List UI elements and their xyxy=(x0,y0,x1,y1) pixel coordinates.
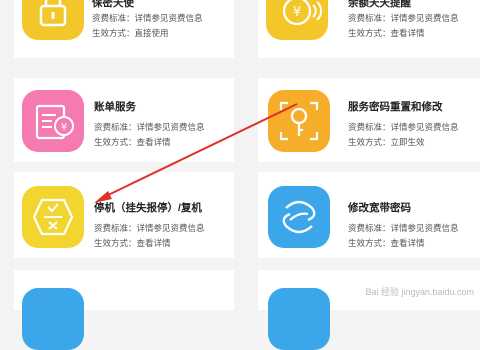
row4-left-icon-tile[interactable] xyxy=(22,288,84,350)
bill-icon: ¥ xyxy=(35,104,74,140)
bill-icon-tile[interactable]: ¥ xyxy=(22,90,84,152)
service-title-password[interactable]: 服务密码重置和修改 xyxy=(348,99,443,114)
mode-line-bill: 生效方式：查看详情 xyxy=(94,137,171,147)
watermark: Bai 经验 jingyan.baidu.com xyxy=(365,287,474,297)
china-mobile-logo-icon xyxy=(282,200,316,234)
mode-line-password: 生效方式：立即生效 xyxy=(348,137,425,147)
balance-icon-tile[interactable]: ¥ xyxy=(266,0,328,40)
fee-line-suspend: 资费标准：详情参见资费信息 xyxy=(94,223,205,233)
broadband-icon-tile[interactable] xyxy=(268,186,330,248)
service-title-balance[interactable]: 余额天天提醒 xyxy=(348,0,411,10)
mode-line-insurance: 生效方式：直接使用 xyxy=(92,28,169,38)
yen-coin-icon: ¥ xyxy=(282,0,323,26)
service-title-broadband[interactable]: 修改宽带密码 xyxy=(348,200,411,215)
svg-text:¥: ¥ xyxy=(293,5,301,20)
service-title-insurance[interactable]: 保密天使 xyxy=(92,0,134,10)
service-title-suspend[interactable]: 停机（挂失报停）/复机 xyxy=(94,200,202,215)
service-title-bill[interactable]: 账单服务 xyxy=(94,99,136,114)
suspend-resume-icon xyxy=(32,198,74,236)
fee-line-balance: 资费标准：详情参见资费信息 xyxy=(348,13,459,23)
suspend-icon-tile[interactable] xyxy=(22,186,84,248)
fee-line-password: 资费标准：详情参见资费信息 xyxy=(348,122,459,132)
row4-right-icon-tile[interactable] xyxy=(268,288,330,350)
mode-line-broadband: 生效方式：查看详情 xyxy=(348,238,425,248)
svg-text:¥: ¥ xyxy=(61,122,67,133)
password-icon-tile[interactable] xyxy=(268,90,330,152)
mode-line-balance: 生效方式：查看详情 xyxy=(348,28,425,38)
fee-line-bill: 资费标准：详情参见资费信息 xyxy=(94,122,205,132)
fee-line-insurance: 资费标准：详情参见资费信息 xyxy=(92,13,203,23)
insurance-icon-tile[interactable] xyxy=(22,0,84,40)
fee-line-broadband: 资费标准：详情参见资费信息 xyxy=(348,223,459,233)
mode-line-suspend: 生效方式：查看详情 xyxy=(94,238,171,248)
key-icon xyxy=(279,101,319,141)
lock-icon xyxy=(39,0,67,27)
